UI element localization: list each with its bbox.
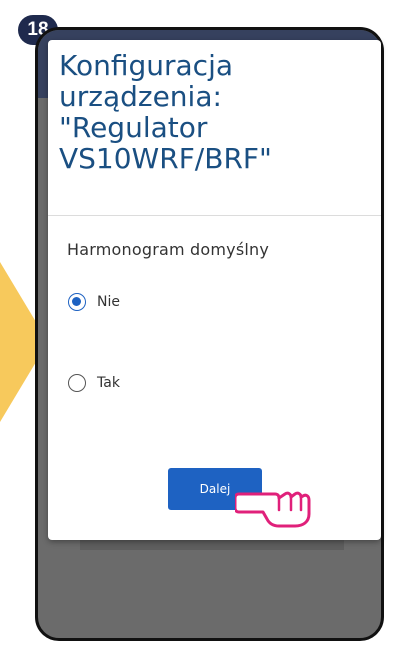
default-schedule-label: Harmonogram domyślny	[67, 240, 270, 259]
dialog-divider	[48, 215, 381, 216]
radio-label-nie: Nie	[97, 294, 120, 310]
instruction-page: 18 Konfiguracja urządzenia: "Regulator V…	[0, 0, 398, 657]
radio-button-unchecked[interactable]	[68, 374, 86, 392]
radio-option-tak[interactable]: Tak	[68, 374, 120, 392]
radio-button-checked[interactable]	[68, 293, 86, 311]
configuration-dialog: Konfiguracja urządzenia: "Regulator VS10…	[48, 40, 381, 540]
pointing-hand-icon	[235, 491, 311, 528]
radio-option-nie[interactable]: Nie	[68, 293, 120, 311]
radio-label-tak: Tak	[97, 375, 120, 391]
dialog-title: Konfiguracja urządzenia: "Regulator VS10…	[59, 49, 272, 175]
